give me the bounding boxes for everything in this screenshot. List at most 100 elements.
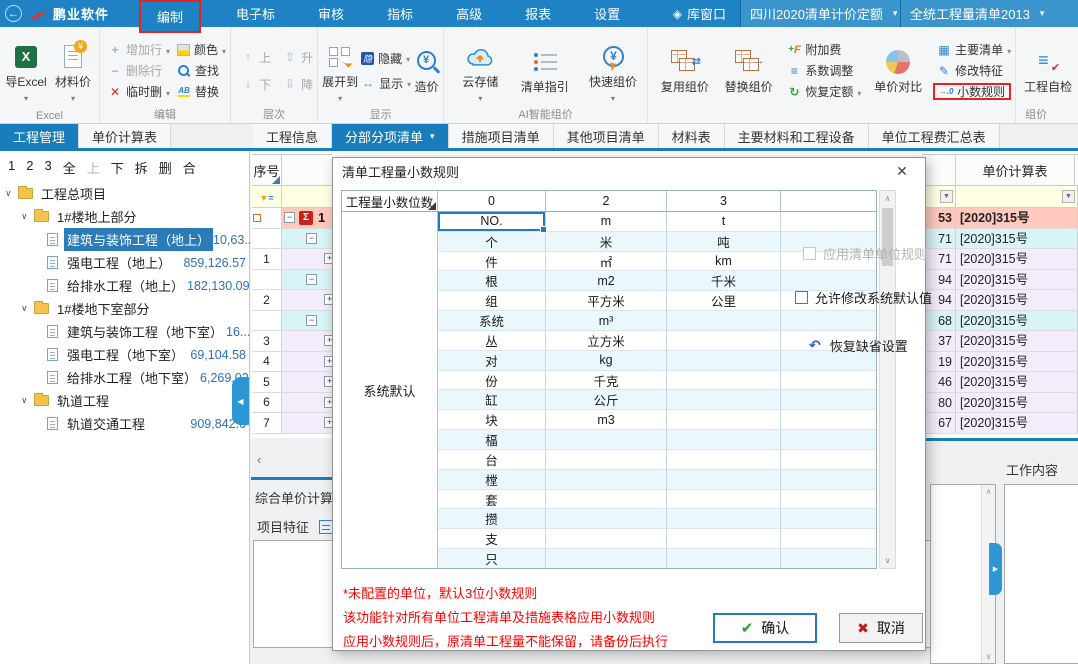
document-tab[interactable]: 其他项目清单 (554, 124, 659, 148)
unit-cell-3-decimals[interactable] (667, 529, 781, 549)
row-number-cell[interactable]: 3 (252, 331, 282, 351)
unit-row[interactable]: 楅 (438, 430, 876, 450)
document-number-cell[interactable]: [2020]315号 (956, 249, 1078, 269)
unit-cell-0-decimals[interactable]: 只 (438, 549, 546, 569)
unit-row[interactable]: 套 (438, 490, 876, 510)
expand-icon[interactable] (324, 356, 332, 367)
menu-item[interactable]: 电子标 (228, 0, 283, 27)
tree-expand-arrow[interactable] (21, 395, 30, 406)
unit-cell-empty[interactable] (781, 212, 876, 232)
unit-cell-3-decimals[interactable] (667, 549, 781, 569)
expand-icon[interactable] (324, 397, 332, 408)
grid-row[interactable]: 71 [2020]315号 (922, 229, 1078, 250)
surcharge-button[interactable]: 附加费 (787, 41, 861, 58)
expand-icon[interactable] (324, 376, 332, 387)
document-number-cell[interactable]: [2020]315号 (956, 393, 1078, 413)
unit-row[interactable]: 块 m3 (438, 410, 876, 430)
expand-icon[interactable] (324, 335, 332, 346)
unit-cell-0-decimals[interactable]: 缸 (438, 390, 546, 410)
unit-row[interactable]: 支 (438, 529, 876, 549)
unit-cell-empty[interactable] (781, 490, 876, 510)
calculator-icon[interactable] (319, 520, 333, 534)
hide-button[interactable]: 隐藏 (361, 50, 411, 67)
reuse-pricing-button[interactable]: 复用组价 (656, 47, 714, 95)
unit-cell-2-decimals[interactable] (546, 509, 667, 529)
tree-item[interactable]: 强电工程（地上） 859,126.57 (0, 251, 249, 274)
modify-feature-button[interactable]: 修改特征 (937, 62, 1011, 79)
row-number-cell[interactable]: 5 (252, 372, 282, 392)
unit-cell-2-decimals[interactable] (546, 490, 667, 510)
tree-item[interactable]: 工程总项目 (0, 182, 249, 205)
unit-row[interactable]: NO. m t (438, 212, 876, 232)
tree-item[interactable]: 建筑与装饰工程（地上） 10,63... (0, 228, 249, 251)
unit-cell-0-decimals[interactable]: 组 (438, 291, 546, 311)
unit-row[interactable]: 系统 m³ (438, 311, 876, 331)
unit-cell-3-decimals[interactable] (667, 509, 781, 529)
unit-cell-0-decimals[interactable]: 支 (438, 529, 546, 549)
unit-price-sheet-header[interactable]: 单价计算表 (956, 155, 1075, 185)
unit-cell-3-decimals[interactable] (667, 410, 781, 430)
tree-item[interactable]: 轨道工程 (0, 389, 249, 412)
grid-row[interactable]: 37 [2020]315号 (922, 331, 1078, 352)
unit-cell-3-decimals[interactable] (667, 371, 781, 391)
column-header-2[interactable]: 2 (546, 191, 667, 211)
grid-row[interactable]: 2 (252, 290, 332, 311)
amount-cell[interactable]: 94 (922, 270, 956, 290)
row-number-cell[interactable]: 4 (252, 352, 282, 372)
menu-item[interactable]: 报表 (517, 0, 559, 27)
unit-cell-2-decimals[interactable]: kg (546, 351, 667, 371)
unit-cell-0-decimals[interactable]: NO. (438, 212, 546, 232)
tree-toolbar-button[interactable]: 合 (183, 158, 196, 177)
unit-cell-2-decimals[interactable]: 米 (546, 232, 667, 252)
export-excel-button[interactable]: 导Excel (4, 42, 48, 100)
filter-dropdown-icon[interactable] (940, 190, 953, 203)
unit-cell-empty[interactable] (781, 311, 876, 331)
unit-cell-0-decimals[interactable]: 系统 (438, 311, 546, 331)
unit-cell-2-decimals[interactable]: m3 (546, 410, 667, 430)
grid-row[interactable]: 1 (252, 208, 332, 229)
tree-item[interactable]: 给排水工程（地下室） 6,269.02 (0, 366, 249, 389)
restore-quota-button[interactable]: 恢复定额 (787, 83, 861, 100)
unit-cell-3-decimals[interactable] (667, 390, 781, 410)
delete-row-button[interactable]: 删除行 (108, 62, 170, 79)
unit-cell-empty[interactable] (781, 430, 876, 450)
unit-cell-empty[interactable] (781, 371, 876, 391)
tree-toolbar-button[interactable]: 全 (63, 158, 76, 177)
row-number-cell[interactable] (252, 311, 282, 331)
column-header-0[interactable]: 0 (438, 191, 546, 211)
unit-cell-3-decimals[interactable]: km (667, 252, 781, 272)
amount-cell[interactable]: 71 (922, 229, 956, 249)
grid-row[interactable]: 68 [2020]315号 (922, 311, 1078, 332)
grid-row[interactable]: 4 (252, 352, 332, 373)
restore-defaults-link[interactable]: 恢复缺省设置 (809, 336, 908, 355)
expand-icon[interactable] (324, 253, 332, 264)
expand-icon[interactable] (324, 294, 332, 305)
unit-cell-2-decimals[interactable] (546, 450, 667, 470)
row-strip[interactable] (282, 331, 332, 351)
price-compare-button[interactable]: 单价对比 (867, 47, 929, 95)
decimal-rules-button[interactable]: 小数规则 (933, 83, 1011, 100)
grid-row[interactable]: 53 [2020]315号 (922, 208, 1078, 229)
unit-cell-3-decimals[interactable]: 公里 (667, 291, 781, 311)
unit-row[interactable]: 台 (438, 450, 876, 470)
document-number-cell[interactable]: [2020]315号 (956, 290, 1078, 310)
replace-button[interactable]: 替换 (177, 83, 226, 100)
unit-cell-0-decimals[interactable]: 楅 (438, 430, 546, 450)
left-tab[interactable]: 工程管理 (0, 124, 79, 148)
tree-item[interactable]: 强电工程（地下室） 69,104.58 (0, 343, 249, 366)
unit-row[interactable]: 攒 (438, 509, 876, 529)
document-tab[interactable]: 单位工程费汇总表 (869, 124, 1000, 148)
checkbox-icon[interactable] (795, 291, 808, 304)
tree-expand-arrow[interactable] (21, 211, 30, 222)
grid-row[interactable]: 5 (252, 372, 332, 393)
row-strip[interactable] (282, 229, 332, 249)
unit-cell-empty[interactable] (781, 549, 876, 569)
row-strip[interactable] (282, 270, 332, 290)
unit-row[interactable]: 只 (438, 549, 876, 569)
unit-cell-3-decimals[interactable]: 吨 (667, 232, 781, 252)
tree-toolbar-button[interactable]: 3 (44, 158, 51, 177)
menu-item[interactable]: 指标 (379, 0, 421, 27)
quota-standard-dropdown[interactable]: 四川2020清单计价定额 (740, 0, 900, 27)
grid-row[interactable] (252, 229, 332, 250)
expand-icon[interactable] (324, 417, 332, 428)
